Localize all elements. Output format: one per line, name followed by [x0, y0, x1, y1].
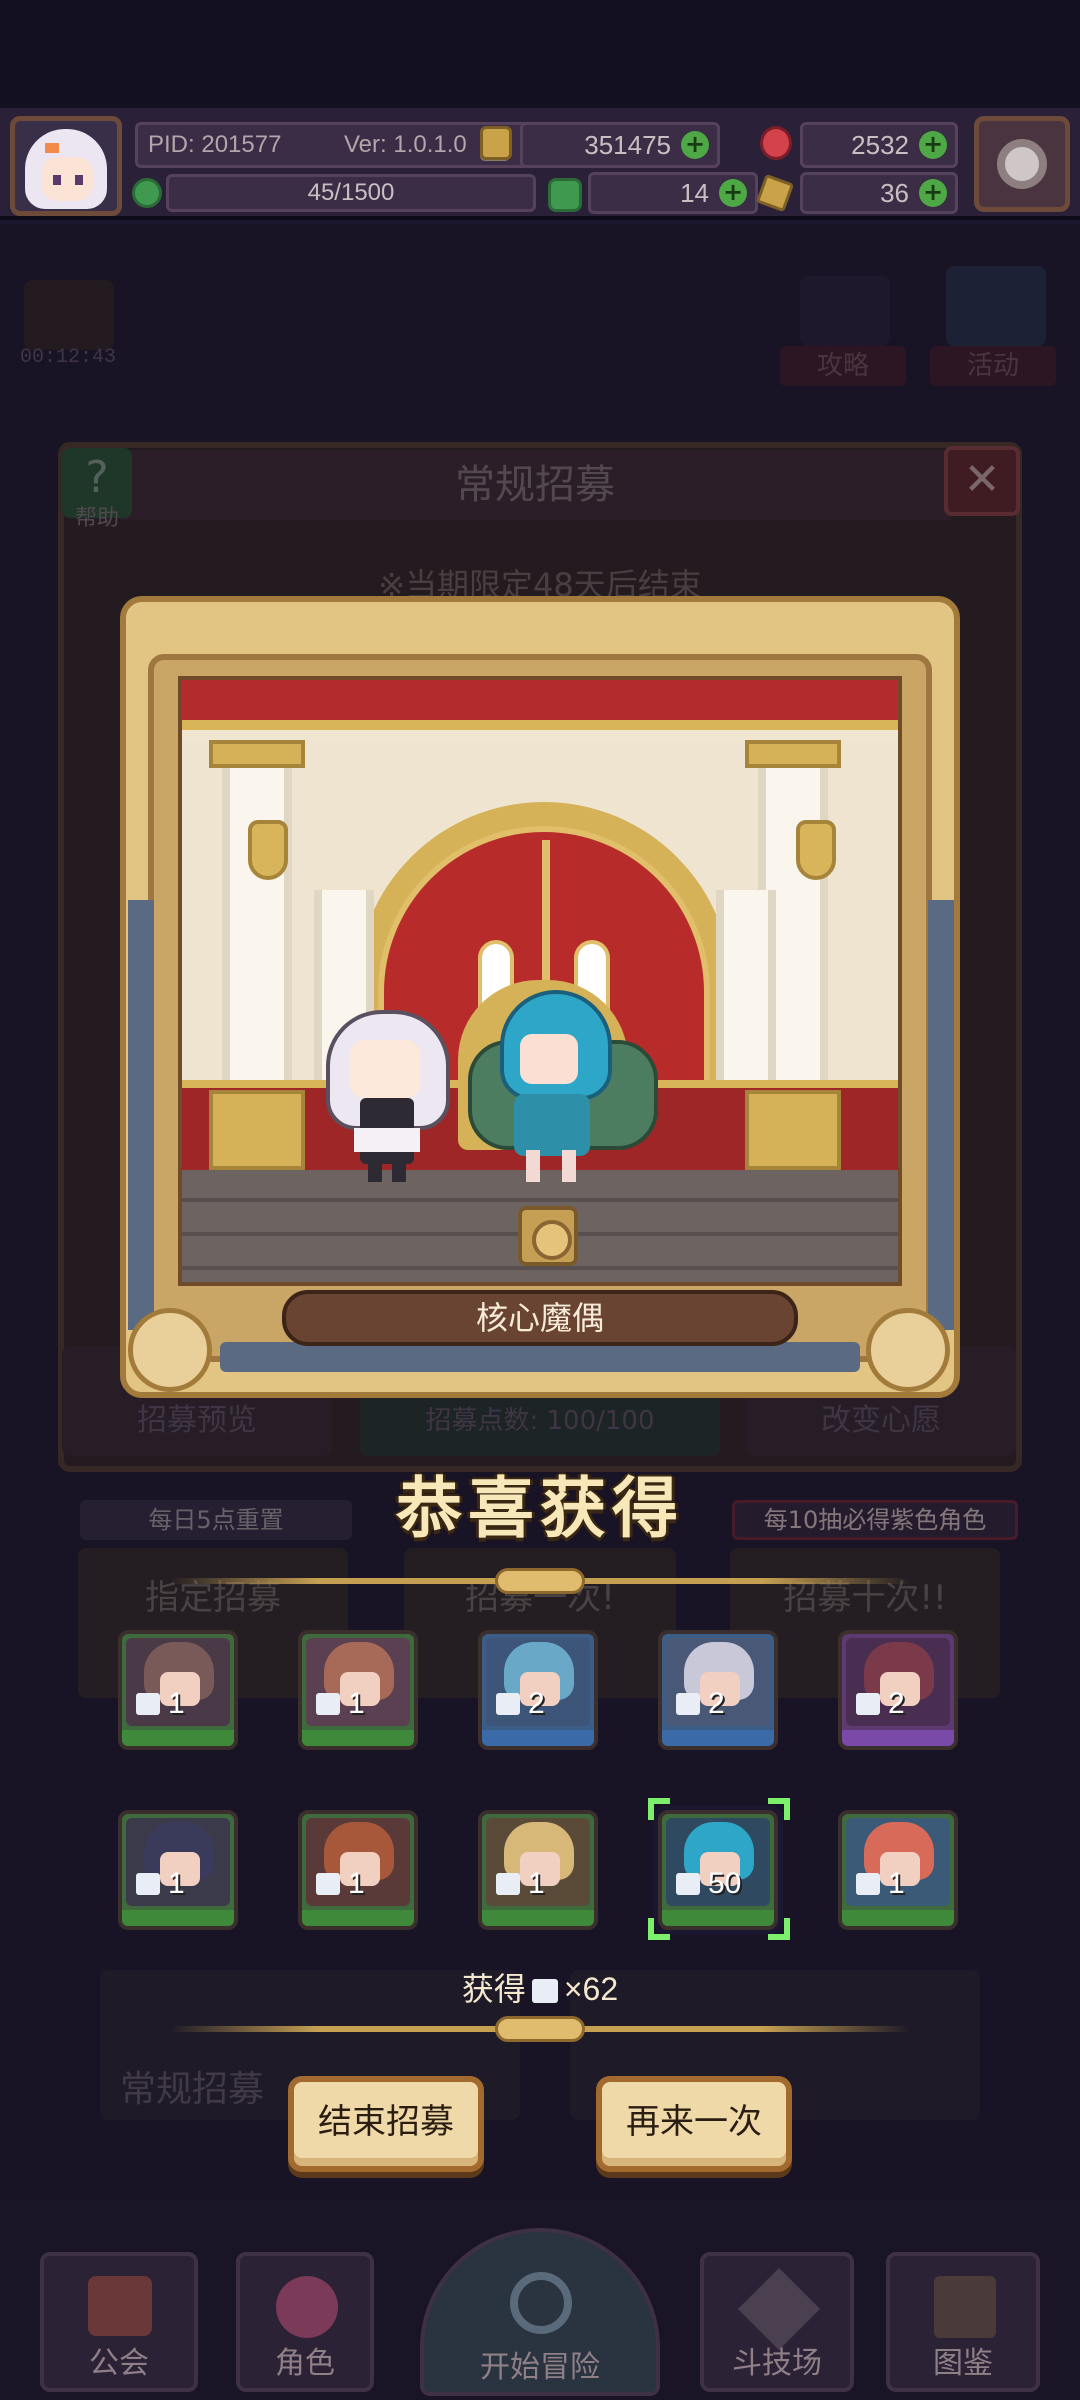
add-gold-icon[interactable]: +	[681, 131, 709, 159]
card-count: 2	[496, 1686, 588, 1722]
clover-amount: 14	[680, 178, 709, 208]
obtain-label: 获得	[461, 1971, 526, 2007]
congrats-title: 恭喜获得	[396, 1470, 684, 1547]
add-clover-icon[interactable]: +	[719, 179, 747, 207]
card-count: 1	[136, 1686, 228, 1722]
fragment-icon	[496, 1693, 520, 1715]
selection-corner	[768, 1798, 790, 1820]
result-card[interactable]: 1	[298, 1810, 418, 1930]
end-recruit-button[interactable]: 结束招募	[288, 2076, 484, 2172]
obtain-summary: 获得 ×62	[400, 1964, 680, 2010]
gear-icon	[997, 139, 1047, 189]
divider-jewel	[495, 1568, 585, 1594]
frame-bottom-bar	[220, 1342, 860, 1372]
frame-trim-right	[928, 900, 954, 1330]
fragment-icon	[856, 1873, 880, 1895]
element-emblem-icon	[518, 1206, 578, 1266]
character-icon	[276, 2276, 338, 2338]
card-count: 1	[856, 1866, 948, 1902]
energy-bar: 45/1500	[166, 174, 536, 212]
nav-guild-label: 公会	[89, 2346, 149, 2381]
clover-icon	[132, 178, 162, 208]
sword-emblem-icon	[866, 1308, 950, 1392]
fragment-icon	[316, 1693, 340, 1715]
frame-trim-left	[128, 900, 154, 1330]
ticket-amount: 36	[880, 178, 909, 208]
nav-codex[interactable]: 图鉴	[886, 2252, 1040, 2392]
fragment-icon	[496, 1873, 520, 1895]
nav-codex-label: 图鉴	[933, 2346, 993, 2381]
nav-adventure-label: 开始冒险	[480, 2350, 600, 2385]
character-name: 核心魔偶	[475, 1299, 604, 1337]
result-card-selected[interactable]: 50	[658, 1810, 778, 1930]
add-gem-icon[interactable]: +	[919, 131, 947, 159]
result-card[interactable]: 1	[298, 1630, 418, 1750]
selection-corner	[648, 1798, 670, 1820]
nav-guild[interactable]: 公会	[40, 2252, 198, 2392]
character-reveal-scene	[178, 676, 902, 1286]
result-card[interactable]: 2	[478, 1630, 598, 1750]
wall-lamp-icon	[796, 820, 836, 880]
crown-emblem-icon	[128, 1308, 212, 1392]
card-count: 1	[316, 1866, 408, 1902]
selection-corner	[768, 1918, 790, 1940]
book-icon	[934, 2276, 996, 2338]
obtain-total: ×62	[563, 1971, 619, 2007]
gold-counter: 351475 +	[520, 122, 720, 168]
card-count: 50	[676, 1866, 768, 1902]
fragment-icon	[531, 1979, 558, 2003]
top-band	[0, 0, 1080, 108]
result-card[interactable]: 1	[838, 1810, 958, 1930]
fragment-icon	[676, 1693, 700, 1715]
clover-counter: 14 +	[588, 172, 758, 214]
card-count: 2	[856, 1686, 948, 1722]
ticket-counter: 36 +	[800, 172, 958, 214]
divider-jewel	[495, 2016, 585, 2042]
recruit-again-button[interactable]: 再来一次	[596, 2076, 792, 2172]
gem-amount: 2532	[851, 130, 909, 160]
fragment-icon	[316, 1873, 340, 1895]
fragment-icon	[136, 1693, 160, 1715]
gold-icon	[480, 126, 512, 160]
gem-icon	[760, 126, 792, 160]
selection-corner	[648, 1918, 670, 1940]
player-avatar[interactable]	[10, 116, 122, 216]
nav-character-label: 角色	[275, 2346, 335, 2381]
player-id: PID: 201577	[148, 131, 282, 158]
result-card[interactable]: 2	[838, 1630, 958, 1750]
game-version: Ver: 1.0.1.0	[344, 131, 467, 158]
card-count: 1	[136, 1866, 228, 1902]
card-count: 1	[316, 1686, 408, 1722]
nav-arena[interactable]: 斗技场	[700, 2252, 854, 2392]
shop-icon	[88, 2276, 152, 2336]
settings-button[interactable]	[974, 116, 1070, 212]
clover-ticket-icon	[548, 178, 582, 212]
card-count: 2	[676, 1686, 768, 1722]
result-card[interactable]: 1	[118, 1630, 238, 1750]
add-ticket-icon[interactable]: +	[919, 179, 947, 207]
fragment-icon	[676, 1873, 700, 1895]
energy-text: 45/1500	[307, 179, 395, 206]
card-count: 1	[496, 1866, 588, 1902]
nav-character[interactable]: 角色	[236, 2252, 374, 2392]
gold-amount: 351475	[584, 130, 671, 160]
gem-counter: 2532 +	[800, 122, 958, 168]
fragment-icon	[856, 1693, 880, 1715]
result-card[interactable]: 2	[658, 1630, 778, 1750]
nav-arena-label: 斗技场	[732, 2346, 822, 2381]
result-card[interactable]: 1	[478, 1810, 598, 1930]
fragment-icon	[136, 1873, 160, 1895]
character-name-plate: 核心魔偶	[282, 1290, 798, 1346]
wall-lamp-icon	[248, 820, 288, 880]
magnifier-icon	[510, 2272, 572, 2334]
result-card[interactable]: 1	[118, 1810, 238, 1930]
